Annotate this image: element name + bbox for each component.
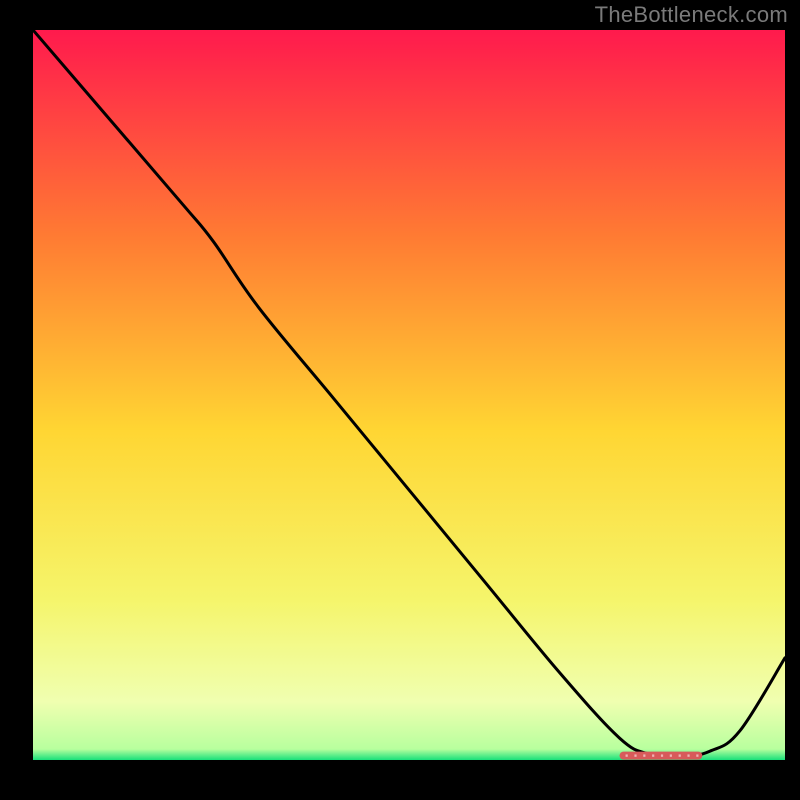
chart-container: TheBottleneck.com [0,0,800,800]
gradient-background [33,30,785,760]
marker-tick [661,754,663,756]
marker-tick [626,754,628,756]
marker-tick [652,754,654,756]
marker-tick [670,754,672,756]
marker-tick [643,754,645,756]
chart-svg [33,30,785,760]
marker-tick [696,754,698,756]
plot-area [33,30,785,760]
marker-tick [687,754,689,756]
marker-tick [679,754,681,756]
watermark-text: TheBottleneck.com [595,2,788,28]
marker-tick [634,754,636,756]
